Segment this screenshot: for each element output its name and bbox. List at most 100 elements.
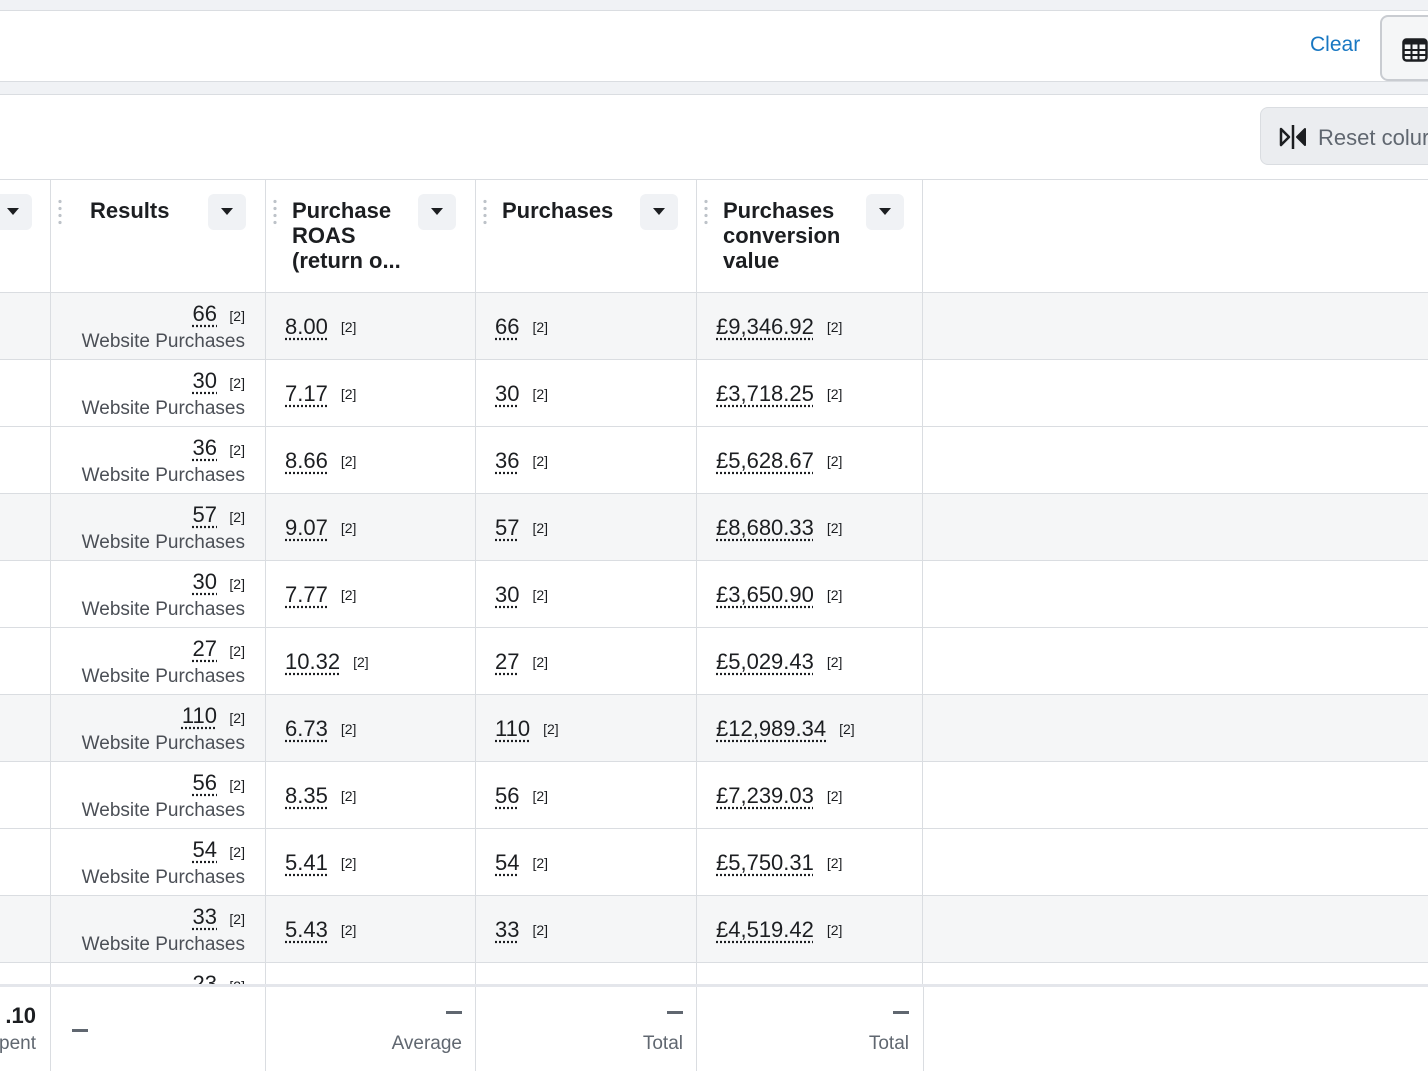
- table-row[interactable]: 57 [2] Website Purchases 9.07 [2] 57 [2] £8,680…: [0, 494, 1428, 561]
- column-title: Purchases conversion value: [723, 198, 840, 273]
- column-header-purchase-roas[interactable]: Purchase ROAS (return o...: [265, 180, 475, 292]
- footnote-marker: [2]: [353, 654, 369, 670]
- clear-filters-link[interactable]: Clear: [1310, 33, 1360, 57]
- footnote-marker: [2]: [229, 643, 245, 659]
- metric-value[interactable]: 66: [193, 301, 217, 327]
- metric-value[interactable]: 6.73: [285, 716, 328, 741]
- metric-value[interactable]: 27: [495, 649, 519, 674]
- metric-value[interactable]: £5,628.67: [716, 448, 814, 473]
- metric-value[interactable]: 110: [495, 716, 530, 741]
- metric-value[interactable]: 54: [495, 850, 519, 875]
- column-header-purchases[interactable]: Purchases: [475, 180, 696, 292]
- metric-value[interactable]: 56: [193, 770, 217, 796]
- result-type-label: Website Purchases: [82, 331, 245, 353]
- table-row[interactable]: 66 [2] Website Purchases 8.00 [2] 66 [2] £9,346…: [0, 293, 1428, 360]
- metric-value[interactable]: £9,346.92: [716, 314, 814, 339]
- metric-value[interactable]: 56: [495, 783, 519, 808]
- footnote-marker: [2]: [341, 453, 357, 469]
- metric-value[interactable]: £5,750.31: [716, 850, 814, 875]
- metric-value[interactable]: 27: [193, 636, 217, 662]
- footnote-marker: [2]: [827, 654, 843, 670]
- footer-roas-label: Average: [392, 1033, 462, 1055]
- value-group: £5,628.67 [2]: [716, 448, 842, 474]
- roas-cell: 9.07 [2]: [265, 494, 475, 560]
- metric-value[interactable]: 30: [193, 368, 217, 394]
- footnote-marker: [2]: [229, 844, 245, 860]
- metric-value[interactable]: £4,519.42: [716, 917, 814, 942]
- metric-value[interactable]: 30: [495, 582, 519, 607]
- column-menu-button[interactable]: [866, 194, 904, 230]
- metric-value[interactable]: 54: [193, 837, 217, 863]
- footnote-marker: [2]: [827, 922, 843, 938]
- metric-value[interactable]: 66: [495, 314, 519, 339]
- table-row[interactable]: 30 [2] Website Purchases 7.77 [2] 30 [2] £3,650…: [0, 561, 1428, 628]
- footnote-marker: [2]: [341, 922, 357, 938]
- metric-value[interactable]: 30: [495, 381, 519, 406]
- reset-columns-button[interactable]: Reset colur: [1260, 107, 1428, 165]
- metric-value[interactable]: 36: [193, 435, 217, 461]
- column-menu-button[interactable]: [640, 194, 678, 230]
- metric-value[interactable]: 110: [182, 703, 217, 729]
- result-type-label: Website Purchases: [82, 532, 245, 554]
- metric-value[interactable]: 10.32: [285, 649, 340, 674]
- metric-value[interactable]: 36: [495, 448, 519, 473]
- column-header-conversion-value[interactable]: Purchases conversion value: [696, 180, 922, 292]
- column-title: Purchase ROAS (return o...: [292, 198, 401, 273]
- table-row[interactable]: 27 [2] Website Purchases 10.32 [2] 27 [2] £5,02…: [0, 628, 1428, 695]
- metric-value[interactable]: 5.41: [285, 850, 328, 875]
- results-cell: 66 [2] Website Purchases: [50, 293, 265, 359]
- value-group: 66 [2]: [495, 314, 548, 340]
- drag-handle-icon[interactable]: [704, 198, 708, 228]
- value-group: £12,989.34 [2]: [716, 716, 855, 742]
- drag-handle-icon[interactable]: [58, 198, 62, 228]
- metric-value[interactable]: £5,029.43: [716, 649, 814, 674]
- metric-value[interactable]: 8.00: [285, 314, 328, 339]
- value-group: 6.73 [2]: [285, 716, 356, 742]
- metric-value[interactable]: £7,239.03: [716, 783, 814, 808]
- metric-value[interactable]: 7.17: [285, 381, 328, 406]
- prev-column-sort-button[interactable]: [0, 194, 32, 230]
- table-row[interactable]: 33 [2] Website Purchases 5.43 [2] 33 [2] £4,519…: [0, 896, 1428, 963]
- metric-value[interactable]: £3,650.90: [716, 582, 814, 607]
- footer-conversion-value-cell: Total: [696, 987, 924, 1071]
- footnote-marker: [2]: [341, 721, 357, 737]
- column-header-results[interactable]: Results: [50, 180, 265, 292]
- results-cell: 54 [2] Website Purchases: [50, 829, 265, 895]
- metric-value[interactable]: 5.43: [285, 917, 328, 942]
- column-divider: [475, 180, 476, 1068]
- purchases-cell: 54 [2]: [475, 829, 696, 895]
- reset-columns-icon: [1279, 124, 1307, 150]
- metric-value[interactable]: 57: [495, 515, 519, 540]
- table-row[interactable]: 30 [2] Website Purchases 7.17 [2] 30 [2] £3,718…: [0, 360, 1428, 427]
- metric-value[interactable]: £8,680.33: [716, 515, 814, 540]
- metric-value[interactable]: 8.66: [285, 448, 328, 473]
- table-row[interactable]: 56 [2] Website Purchases 8.35 [2] 56 [2] £7,239…: [0, 762, 1428, 829]
- roas-cell: 6.73 [2]: [265, 695, 475, 761]
- footnote-marker: [2]: [229, 911, 245, 927]
- footnote-marker: [2]: [532, 855, 548, 871]
- metric-value[interactable]: 33: [495, 917, 519, 942]
- footnote-marker: [2]: [532, 587, 548, 603]
- drag-handle-icon[interactable]: [273, 198, 277, 228]
- drag-handle-icon[interactable]: [483, 198, 487, 228]
- column-menu-button[interactable]: [418, 194, 456, 230]
- footnote-marker: [2]: [341, 520, 357, 536]
- table-row[interactable]: 54 [2] Website Purchases 5.41 [2] 54 [2] £5,750…: [0, 829, 1428, 896]
- column-menu-button[interactable]: [208, 194, 246, 230]
- table-view-button[interactable]: [1380, 15, 1428, 81]
- roas-cell: 7.77 [2]: [265, 561, 475, 627]
- metric-value[interactable]: £3,718.25: [716, 381, 814, 406]
- purchases-cell: 110 [2]: [475, 695, 696, 761]
- metric-value[interactable]: 30: [193, 569, 217, 595]
- metric-value[interactable]: 33: [193, 904, 217, 930]
- table-row[interactable]: 36 [2] Website Purchases 8.66 [2] 36 [2] £5,628…: [0, 427, 1428, 494]
- metric-value[interactable]: 7.77: [285, 582, 328, 607]
- metric-value[interactable]: 57: [193, 502, 217, 528]
- metric-value[interactable]: £12,989.34: [716, 716, 826, 741]
- metric-value[interactable]: 8.35: [285, 783, 328, 808]
- table-row[interactable]: 110 [2] Website Purchases 6.73 [2] 110 [2] £12,…: [0, 695, 1428, 762]
- value-group: 36 [2]: [495, 448, 548, 474]
- value-group: £3,718.25 [2]: [716, 381, 842, 407]
- dash-icon: [446, 1011, 462, 1014]
- metric-value[interactable]: 9.07: [285, 515, 328, 540]
